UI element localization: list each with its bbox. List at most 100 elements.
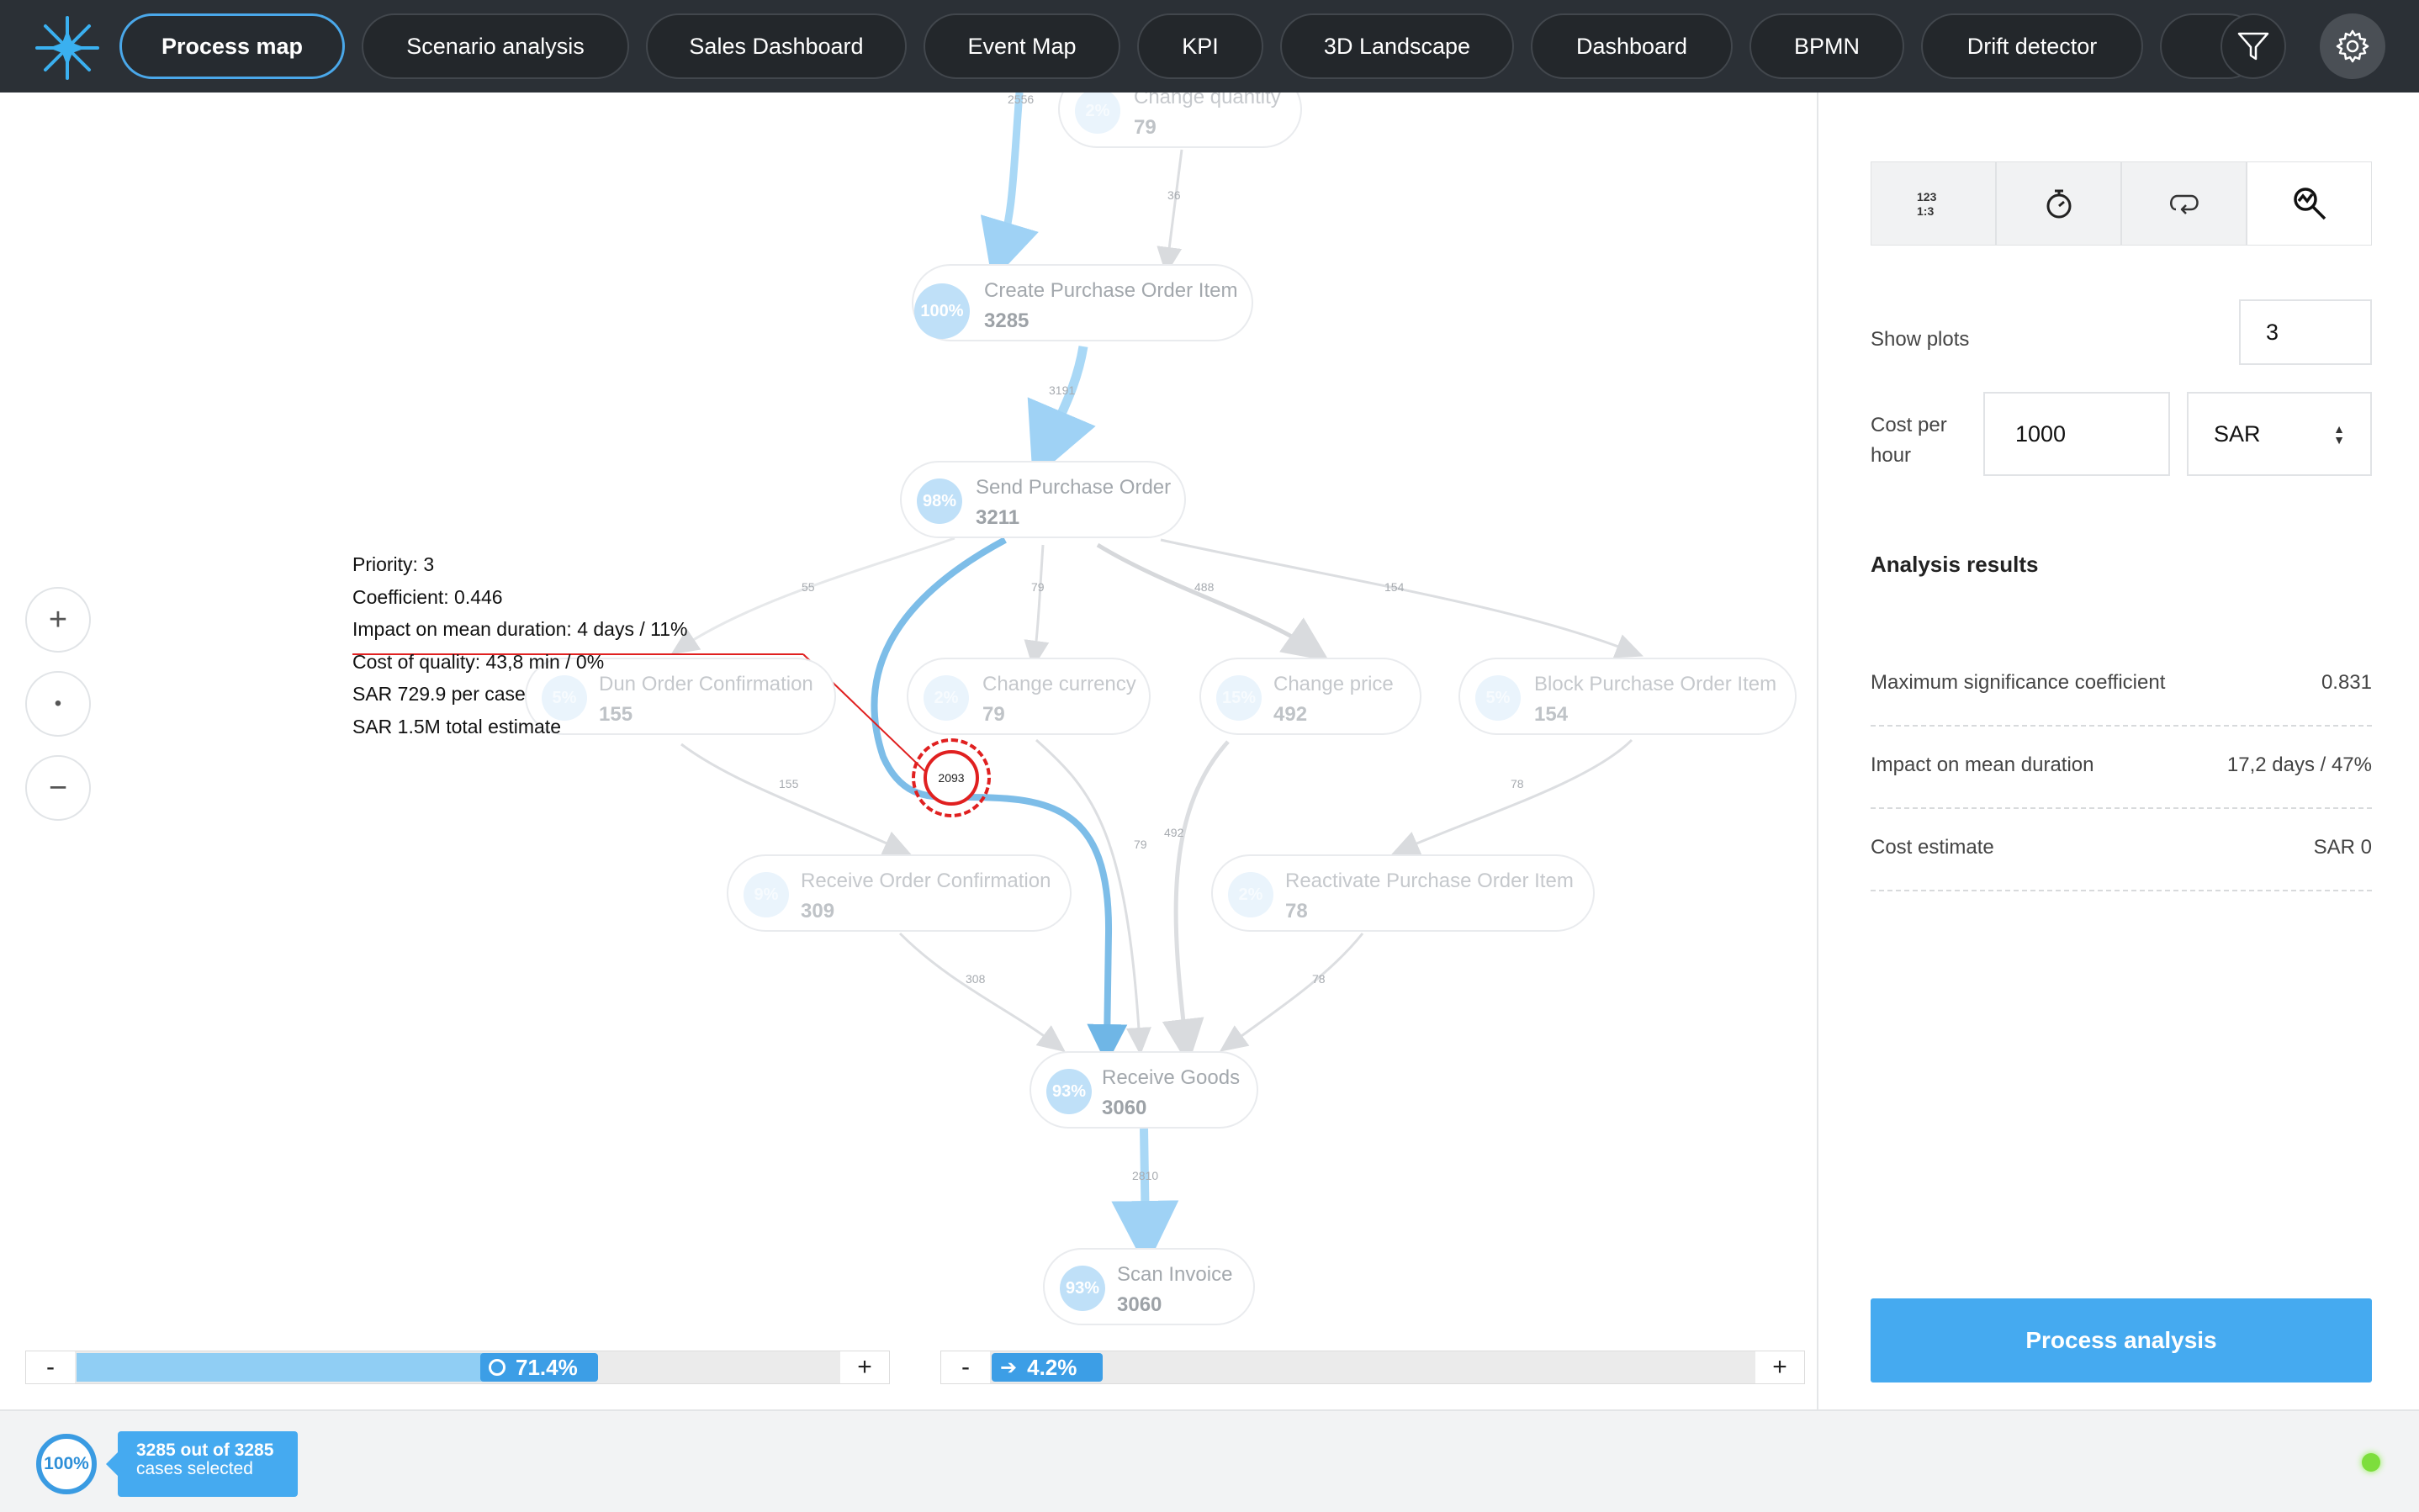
edge-label: 154	[1384, 580, 1405, 594]
node-percentage: 2%	[924, 675, 969, 721]
edge-send-block	[1160, 538, 1644, 658]
activities-slider[interactable]: - 71.4% +	[25, 1351, 890, 1384]
node-send-purchase-order[interactable]: 98% Send Purchase Order 3211	[900, 461, 1186, 538]
tab-3d-landscape[interactable]: 3D Landscape	[1280, 13, 1514, 79]
mode-duration[interactable]	[1997, 162, 2122, 245]
tab-event-map[interactable]: Event Map	[924, 13, 1120, 79]
tab-bpmn[interactable]: BPMN	[1749, 13, 1904, 79]
star-logo-icon[interactable]	[34, 14, 101, 82]
cases-selected-badge[interactable]: 3285 out of 3285 cases selected	[106, 1431, 298, 1497]
edge-send-dun	[670, 537, 955, 655]
node-receive-goods[interactable]: 93% Receive Goods 3060	[1030, 1051, 1258, 1129]
node-percentage: 2%	[1075, 93, 1120, 134]
gear-icon	[2336, 29, 2369, 63]
edge-label: 79	[1031, 580, 1045, 594]
tab-dashboard[interactable]: Dashboard	[1531, 13, 1733, 79]
node-percentage: 93%	[1046, 1069, 1092, 1114]
process-map-canvas[interactable]: 2556 36 3191 55 79 488 154 155 79 492 78…	[0, 93, 1817, 1409]
edge-label: 2556	[1008, 93, 1035, 106]
activities-slider-handle[interactable]: 71.4%	[480, 1353, 598, 1382]
node-name: Block Purchase Order Item	[1534, 673, 1777, 695]
edge-label: 3191	[1049, 383, 1076, 397]
result-key: Impact on mean duration	[1871, 753, 2094, 776]
node-count: 3211	[976, 506, 1020, 529]
node-percentage: 2%	[1228, 872, 1273, 917]
cases-count: 3285 out of 3285	[136, 1441, 274, 1460]
process-analysis-button[interactable]: Process analysis	[1871, 1298, 2372, 1382]
show-plots-input[interactable]: 3	[2239, 299, 2372, 365]
edge-roc-rg	[898, 932, 1066, 1053]
zoom-out-button[interactable]: −	[25, 755, 91, 821]
cost-per-hour-input[interactable]: 1000	[1983, 392, 2170, 476]
edge-block-react	[1391, 738, 1633, 855]
node-name: Scan Invoice	[1117, 1263, 1233, 1286]
result-value: 17,2 days / 47%	[2226, 753, 2372, 776]
tooltip-coefficient: Coefficient: 0.446	[352, 585, 503, 608]
edge-dun-roc	[680, 743, 912, 855]
paths-slider-handle[interactable]: ➔ 4.2%	[992, 1353, 1103, 1382]
edge-label: 55	[802, 580, 815, 594]
node-create-purchase-order-item[interactable]: 100% Create Purchase Order Item 3285	[912, 264, 1253, 341]
activities-slider-value: 71.4%	[516, 1354, 578, 1380]
edge-start-create	[980, 93, 1039, 282]
mode-loops[interactable]	[2122, 162, 2247, 245]
node-percentage: 98%	[917, 478, 962, 524]
settings-button[interactable]	[2320, 13, 2385, 79]
filter-button[interactable]	[2221, 13, 2286, 79]
currency-select[interactable]: SAR ▲ ▼	[2187, 392, 2372, 476]
paths-slider-minus[interactable]: -	[941, 1351, 990, 1383]
tab-drift-detector[interactable]: Drift detector	[1921, 13, 2143, 79]
node-receive-order-confirmation[interactable]: 9% Receive Order Confirmation 309	[727, 854, 1072, 932]
tab-scenario-analysis[interactable]: Scenario analysis	[362, 13, 629, 79]
paths-slider[interactable]: - ➔ 4.2% +	[940, 1351, 1805, 1384]
select-arrows-icon: ▲ ▼	[2333, 422, 2345, 447]
edge-label: 488	[1194, 580, 1215, 594]
tab-sales-dashboard[interactable]: Sales Dashboard	[646, 13, 907, 79]
node-reactivate-purchase-order-item[interactable]: 2% Reactivate Purchase Order Item 78	[1211, 854, 1595, 932]
node-change-price[interactable]: 15% Change price 492	[1199, 658, 1421, 735]
node-percentage: 93%	[1060, 1266, 1105, 1311]
status-footer: 100% 3285 out of 3285 cases selected	[0, 1409, 2419, 1512]
edge-label: 308	[966, 972, 986, 986]
mode-frequency[interactable]: 123 1:3	[1871, 162, 1997, 245]
node-scan-invoice[interactable]: 93% Scan Invoice 3060	[1043, 1248, 1255, 1325]
node-count: 3060	[1117, 1293, 1162, 1316]
process-map-edges	[352, 93, 1644, 1268]
edge-cq-create	[1157, 149, 1183, 275]
tooltip-cost-of-quality: Cost of quality: 43,8 min / 0%	[352, 650, 605, 673]
analysis-results-title: Analysis results	[1871, 552, 2039, 577]
result-row: Impact on mean duration 17,2 days / 47%	[1871, 727, 2372, 809]
zoom-reset-button[interactable]: •	[25, 671, 91, 737]
tab-process-map[interactable]: Process map	[119, 13, 345, 79]
mode-root-cause[interactable]	[2247, 162, 2371, 245]
tab-kpi[interactable]: KPI	[1137, 13, 1263, 79]
node-name: Send Purchase Order	[976, 476, 1172, 499]
node-name: Receive Goods	[1102, 1066, 1241, 1089]
cases-caption: cases selected	[136, 1459, 253, 1478]
node-count: 309	[801, 900, 835, 923]
node-change-currency[interactable]: 2% Change currency 79	[907, 658, 1151, 735]
stopwatch-icon	[2046, 189, 2071, 219]
edge-label: 78	[1312, 972, 1326, 986]
highlighted-edge-marker[interactable]: 2093	[912, 738, 991, 817]
node-name: Receive Order Confirmation	[801, 870, 1051, 892]
result-value: 0.831	[2321, 671, 2372, 694]
tooltip-priority: Priority: 3	[352, 553, 435, 575]
svg-text:1:3: 1:3	[1917, 204, 1934, 218]
cases-percentage: 100%	[44, 1454, 89, 1473]
activities-slider-plus[interactable]: +	[840, 1351, 889, 1383]
node-change-quantity[interactable]: 2% Change quantity 79	[1058, 93, 1302, 148]
node-count: 154	[1534, 703, 1569, 726]
highlighted-edge-label: 2093	[924, 750, 979, 806]
filter-icon	[2237, 32, 2269, 61]
node-count: 3060	[1102, 1097, 1147, 1119]
show-plots-label: Show plots	[1871, 328, 1970, 351]
activities-slider-minus[interactable]: -	[26, 1351, 75, 1383]
node-block-purchase-order-item[interactable]: 5% Block Purchase Order Item 154	[1458, 658, 1797, 735]
tooltip-total-estimate: SAR 1.5M total estimate	[352, 715, 561, 737]
edge-send-price	[1096, 542, 1330, 662]
node-percentage: 100%	[914, 283, 970, 339]
paths-slider-plus[interactable]: +	[1755, 1351, 1804, 1383]
zoom-in-button[interactable]: +	[25, 587, 91, 653]
node-count: 3285	[984, 309, 1030, 332]
